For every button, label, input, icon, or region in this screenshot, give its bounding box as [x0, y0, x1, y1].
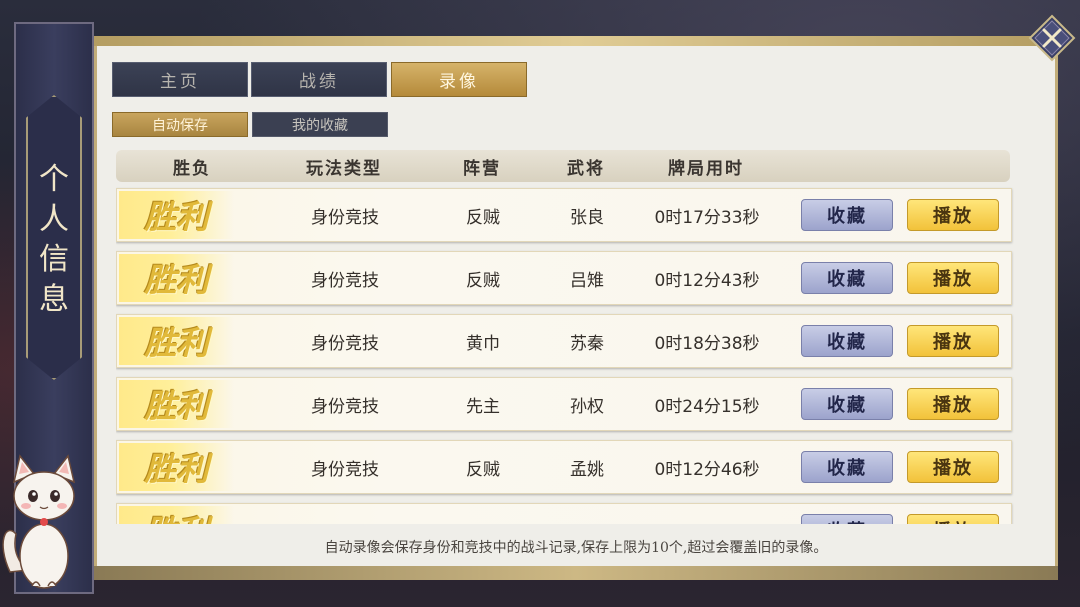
play-button[interactable]: 播放	[907, 199, 999, 231]
replay-list[interactable]: 胜利 身份竞技 反贼 张良 0时17分33秒 收藏 播放 胜利 身份竞技 反贼 …	[116, 186, 1014, 524]
result-badge: 胜利	[119, 506, 234, 524]
favorite-button[interactable]: 收藏	[801, 325, 893, 357]
tab-replay[interactable]: 录像	[391, 62, 527, 97]
tab-home[interactable]: 主页	[112, 62, 248, 97]
favorite-button[interactable]: 收藏	[801, 514, 893, 524]
favorite-button[interactable]: 收藏	[801, 388, 893, 420]
play-button[interactable]: 播放	[907, 388, 999, 420]
close-icon[interactable]	[1028, 14, 1076, 62]
cell-camp: 反贼	[466, 270, 500, 291]
cell-general: 孙权	[570, 396, 604, 417]
result-badge: 胜利	[119, 191, 234, 239]
side-banner-title: 个人信息	[39, 162, 69, 317]
cell-duration: 0时18分38秒	[654, 333, 760, 354]
cell-mode: 身份竞技	[311, 396, 379, 417]
favorite-button[interactable]: 收藏	[801, 199, 893, 231]
favorite-button[interactable]: 收藏	[801, 451, 893, 483]
play-button[interactable]: 播放	[907, 451, 999, 483]
cell-general: 苏秦	[570, 333, 604, 354]
play-button[interactable]: 播放	[907, 262, 999, 294]
table-row: 胜利 身份竞技 反贼 张良 0时17分33秒 收藏 播放	[116, 188, 1012, 242]
cell-camp: 反贼	[466, 459, 500, 480]
result-badge: 胜利	[119, 380, 234, 428]
table-row: 胜利 身份竞技 先主 孙权 0时24分15秒 收藏 播放	[116, 377, 1012, 431]
result-badge: 胜利	[119, 317, 234, 365]
col-camp: 阵营	[463, 158, 501, 179]
cell-general: 孟姚	[570, 459, 604, 480]
cell-general: 张良	[570, 207, 604, 228]
panel-bottom-border	[94, 566, 1058, 580]
cell-duration: 0时17分33秒	[654, 207, 760, 228]
favorite-button[interactable]: 收藏	[801, 262, 893, 294]
mascot-fox-icon	[2, 454, 76, 589]
table-row: 胜利 身份竞技 反贼 吕雉 0时12分43秒 收藏 播放	[116, 251, 1012, 305]
cell-mode: 身份竞技	[311, 270, 379, 291]
result-badge: 胜利	[119, 443, 234, 491]
result-badge: 胜利	[119, 254, 234, 302]
col-result: 胜负	[173, 158, 211, 179]
col-mode: 玩法类型	[306, 158, 382, 179]
subtab-my-favorites[interactable]: 我的收藏	[252, 112, 388, 137]
panel-top-border	[94, 36, 1058, 46]
cell-camp: 黄巾	[466, 333, 500, 354]
cell-camp: 先主	[466, 396, 500, 417]
tab-record[interactable]: 战绩	[251, 62, 387, 97]
cell-mode: 身份竞技	[311, 459, 379, 480]
footer-note: 自动录像会保存身份和竞技中的战斗记录,保存上限为10个,超过会覆盖旧的录像。	[324, 540, 828, 556]
cell-duration: 0时12分46秒	[654, 459, 760, 480]
cell-camp: 反贼	[466, 207, 500, 228]
play-button[interactable]: 播放	[907, 514, 999, 524]
col-duration: 牌局用时	[668, 158, 744, 179]
cell-general: 吕雉	[570, 270, 604, 291]
cell-mode: 身份竞技	[311, 333, 379, 354]
col-general: 武将	[567, 158, 605, 179]
subtab-auto-save[interactable]: 自动保存	[112, 112, 248, 137]
cell-duration: 0时24分15秒	[654, 396, 760, 417]
table-row: 胜利 收藏 播放	[116, 503, 1012, 524]
table-header: 胜负 玩法类型 阵营 武将 牌局用时	[116, 150, 1010, 182]
table-row: 胜利 身份竞技 黄巾 苏秦 0时18分38秒 收藏 播放	[116, 314, 1012, 368]
cell-mode: 身份竞技	[311, 207, 379, 228]
cell-duration: 0时12分43秒	[654, 270, 760, 291]
play-button[interactable]: 播放	[907, 325, 999, 357]
table-row: 胜利 身份竞技 反贼 孟姚 0时12分46秒 收藏 播放	[116, 440, 1012, 494]
